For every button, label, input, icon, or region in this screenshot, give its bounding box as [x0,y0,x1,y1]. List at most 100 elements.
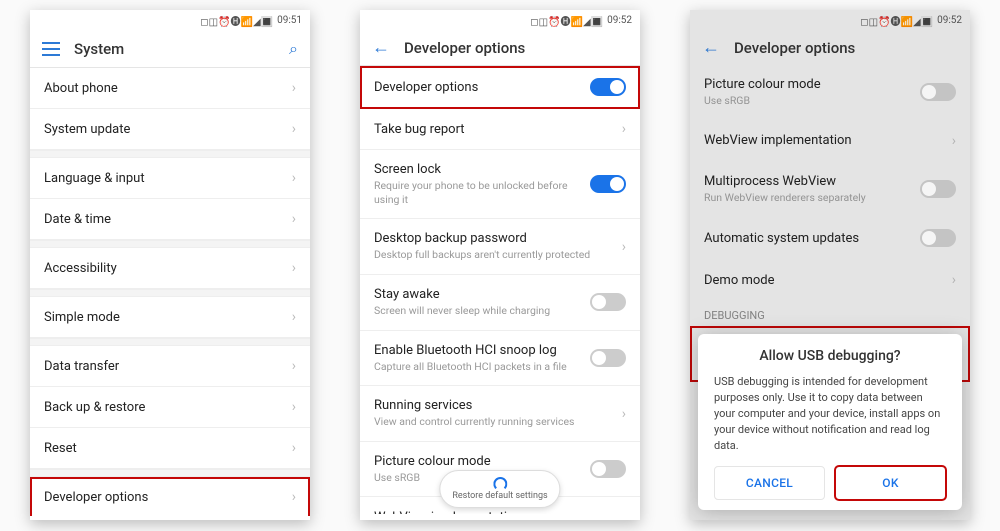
item-sublabel: Screen will never sleep while charging [374,304,590,318]
toggle-switch[interactable] [920,83,956,101]
status-bar: ◻◫⏰🅗📶◢🔳 09:51 [30,10,310,31]
toggle-switch[interactable] [590,78,626,96]
list-item[interactable]: Enable Bluetooth HCI snoop log Capture al… [360,331,640,387]
list-item[interactable]: Accessibility› [30,248,310,289]
dialog-ok-button[interactable]: OK [835,466,946,500]
item-sublabel: Require your phone to be unlocked before… [374,179,590,206]
toggle-switch[interactable] [920,180,956,198]
section-gap [30,289,310,297]
search-icon[interactable]: ⌕ [289,39,298,59]
list-item[interactable]: Picture colour modeUse sRGB [690,65,970,121]
list-item[interactable]: About phone› [30,68,310,109]
dialog-body: USB debugging is intended for developmen… [714,374,946,454]
back-icon[interactable]: ← [372,39,390,57]
list-item[interactable]: Take bug report› [360,109,640,150]
page-title: Developer options [404,39,628,57]
section-gap [30,338,310,346]
chevron-right-icon: › [622,509,626,514]
phone-usb-debug: ◻◫⏰🅗📶◢🔳 09:52 ← Developer options Pictur… [690,10,970,520]
item-label: Automatic system updates [704,231,920,246]
chevron-right-icon: › [292,309,296,325]
item-label: WebView implementation [374,510,622,514]
chevron-right-icon: › [952,133,956,149]
page-title: System [74,40,289,58]
item-label: Enable Bluetooth HCI snoop log [374,343,590,358]
phone-dev-options: ◻◫⏰🅗📶◢🔳 09:52 ← Developer options Develo… [360,10,640,520]
item-label: Accessibility [44,261,292,276]
status-bar: ◻◫⏰🅗📶◢🔳 09:52 [360,10,640,31]
item-label: Reset [44,441,292,456]
section-header: DEBUGGING [690,301,970,326]
status-bar: ◻◫⏰🅗📶◢🔳 09:52 [690,10,970,31]
status-time: 09:52 [607,15,632,26]
list-item[interactable]: Developer options [360,66,640,109]
status-time: 09:52 [937,15,962,26]
list-item[interactable]: Date & time› [30,199,310,240]
dialog-title: Allow USB debugging? [714,348,946,364]
chevron-right-icon: › [292,440,296,456]
list-item[interactable]: Stay awake Screen will never sleep while … [360,275,640,331]
list-item[interactable]: Reset› [30,428,310,469]
item-label: System update [44,122,292,137]
page-title: Developer options [734,39,958,57]
list-item[interactable]: Developer options› [30,477,310,516]
header-dev-options: ← Developer options [690,31,970,65]
status-icons: ◻◫⏰🅗📶◢🔳 [200,13,273,28]
item-label: Screen lock [374,162,590,177]
dialog-cancel-button[interactable]: CANCEL [714,466,825,500]
item-label: Multiprocess WebView [704,174,920,189]
section-gap [30,150,310,158]
list-item[interactable]: System update› [30,109,310,150]
item-label: Developer options [374,80,590,95]
item-label: Picture colour mode [704,77,920,92]
list-item[interactable]: Simple mode› [30,297,310,338]
item-label: Data transfer [44,359,292,374]
list-item[interactable]: WebView implementation› [690,121,970,162]
chevron-right-icon: › [952,272,956,288]
list-item[interactable]: Automatic system updates [690,217,970,260]
list-item[interactable]: Language & input› [30,158,310,199]
status-time: 09:51 [277,15,302,26]
item-label: Simple mode [44,310,292,325]
toggle-switch[interactable] [590,175,626,193]
item-label: Date & time [44,212,292,227]
list-item[interactable]: Back up & restore› [30,387,310,428]
item-sublabel: Capture all Bluetooth HCI packets in a f… [374,360,590,374]
chevron-right-icon: › [292,260,296,276]
item-label: Running services [374,398,622,413]
menu-icon[interactable] [42,42,60,56]
list-item[interactable]: Multiprocess WebView Run WebView renderer… [690,162,970,218]
header-system: System ⌕ [30,31,310,68]
item-label: Developer options [44,490,292,505]
chevron-right-icon: › [292,489,296,505]
toggle-switch[interactable] [920,229,956,247]
toggle-switch[interactable] [590,349,626,367]
toggle-switch[interactable] [590,460,626,478]
list-item[interactable]: Data transfer› [30,346,310,387]
toggle-switch[interactable] [590,293,626,311]
item-sublabel: View and control currently running servi… [374,415,622,429]
chevron-right-icon: › [292,211,296,227]
item-label: Stay awake [374,287,590,302]
list-item[interactable]: Desktop backup password Desktop full back… [360,219,640,275]
item-sublabel: Desktop full backups aren't currently pr… [374,248,622,262]
list-item[interactable]: Demo mode› [690,260,970,301]
chevron-right-icon: › [292,121,296,137]
chevron-right-icon: › [292,358,296,374]
item-label: Language & input [44,171,292,186]
status-icons: ◻◫⏰🅗📶◢🔳 [860,13,933,28]
list-item[interactable]: Screen lock Require your phone to be unlo… [360,150,640,219]
item-label: Picture colour mode [374,454,590,469]
list-item[interactable]: Running services View and control current… [360,386,640,442]
item-label: About phone [44,81,292,96]
back-icon[interactable]: ← [702,39,720,57]
chevron-right-icon: › [292,399,296,415]
chevron-right-icon: › [292,80,296,96]
restore-defaults-button[interactable]: Restore default settings [439,470,560,508]
status-icons: ◻◫⏰🅗📶◢🔳 [530,13,603,28]
item-label: Back up & restore [44,400,292,415]
chevron-right-icon: › [622,239,626,255]
item-sublabel: Run WebView renderers separately [704,191,920,205]
item-label: Desktop backup password [374,231,622,246]
section-gap [30,240,310,248]
